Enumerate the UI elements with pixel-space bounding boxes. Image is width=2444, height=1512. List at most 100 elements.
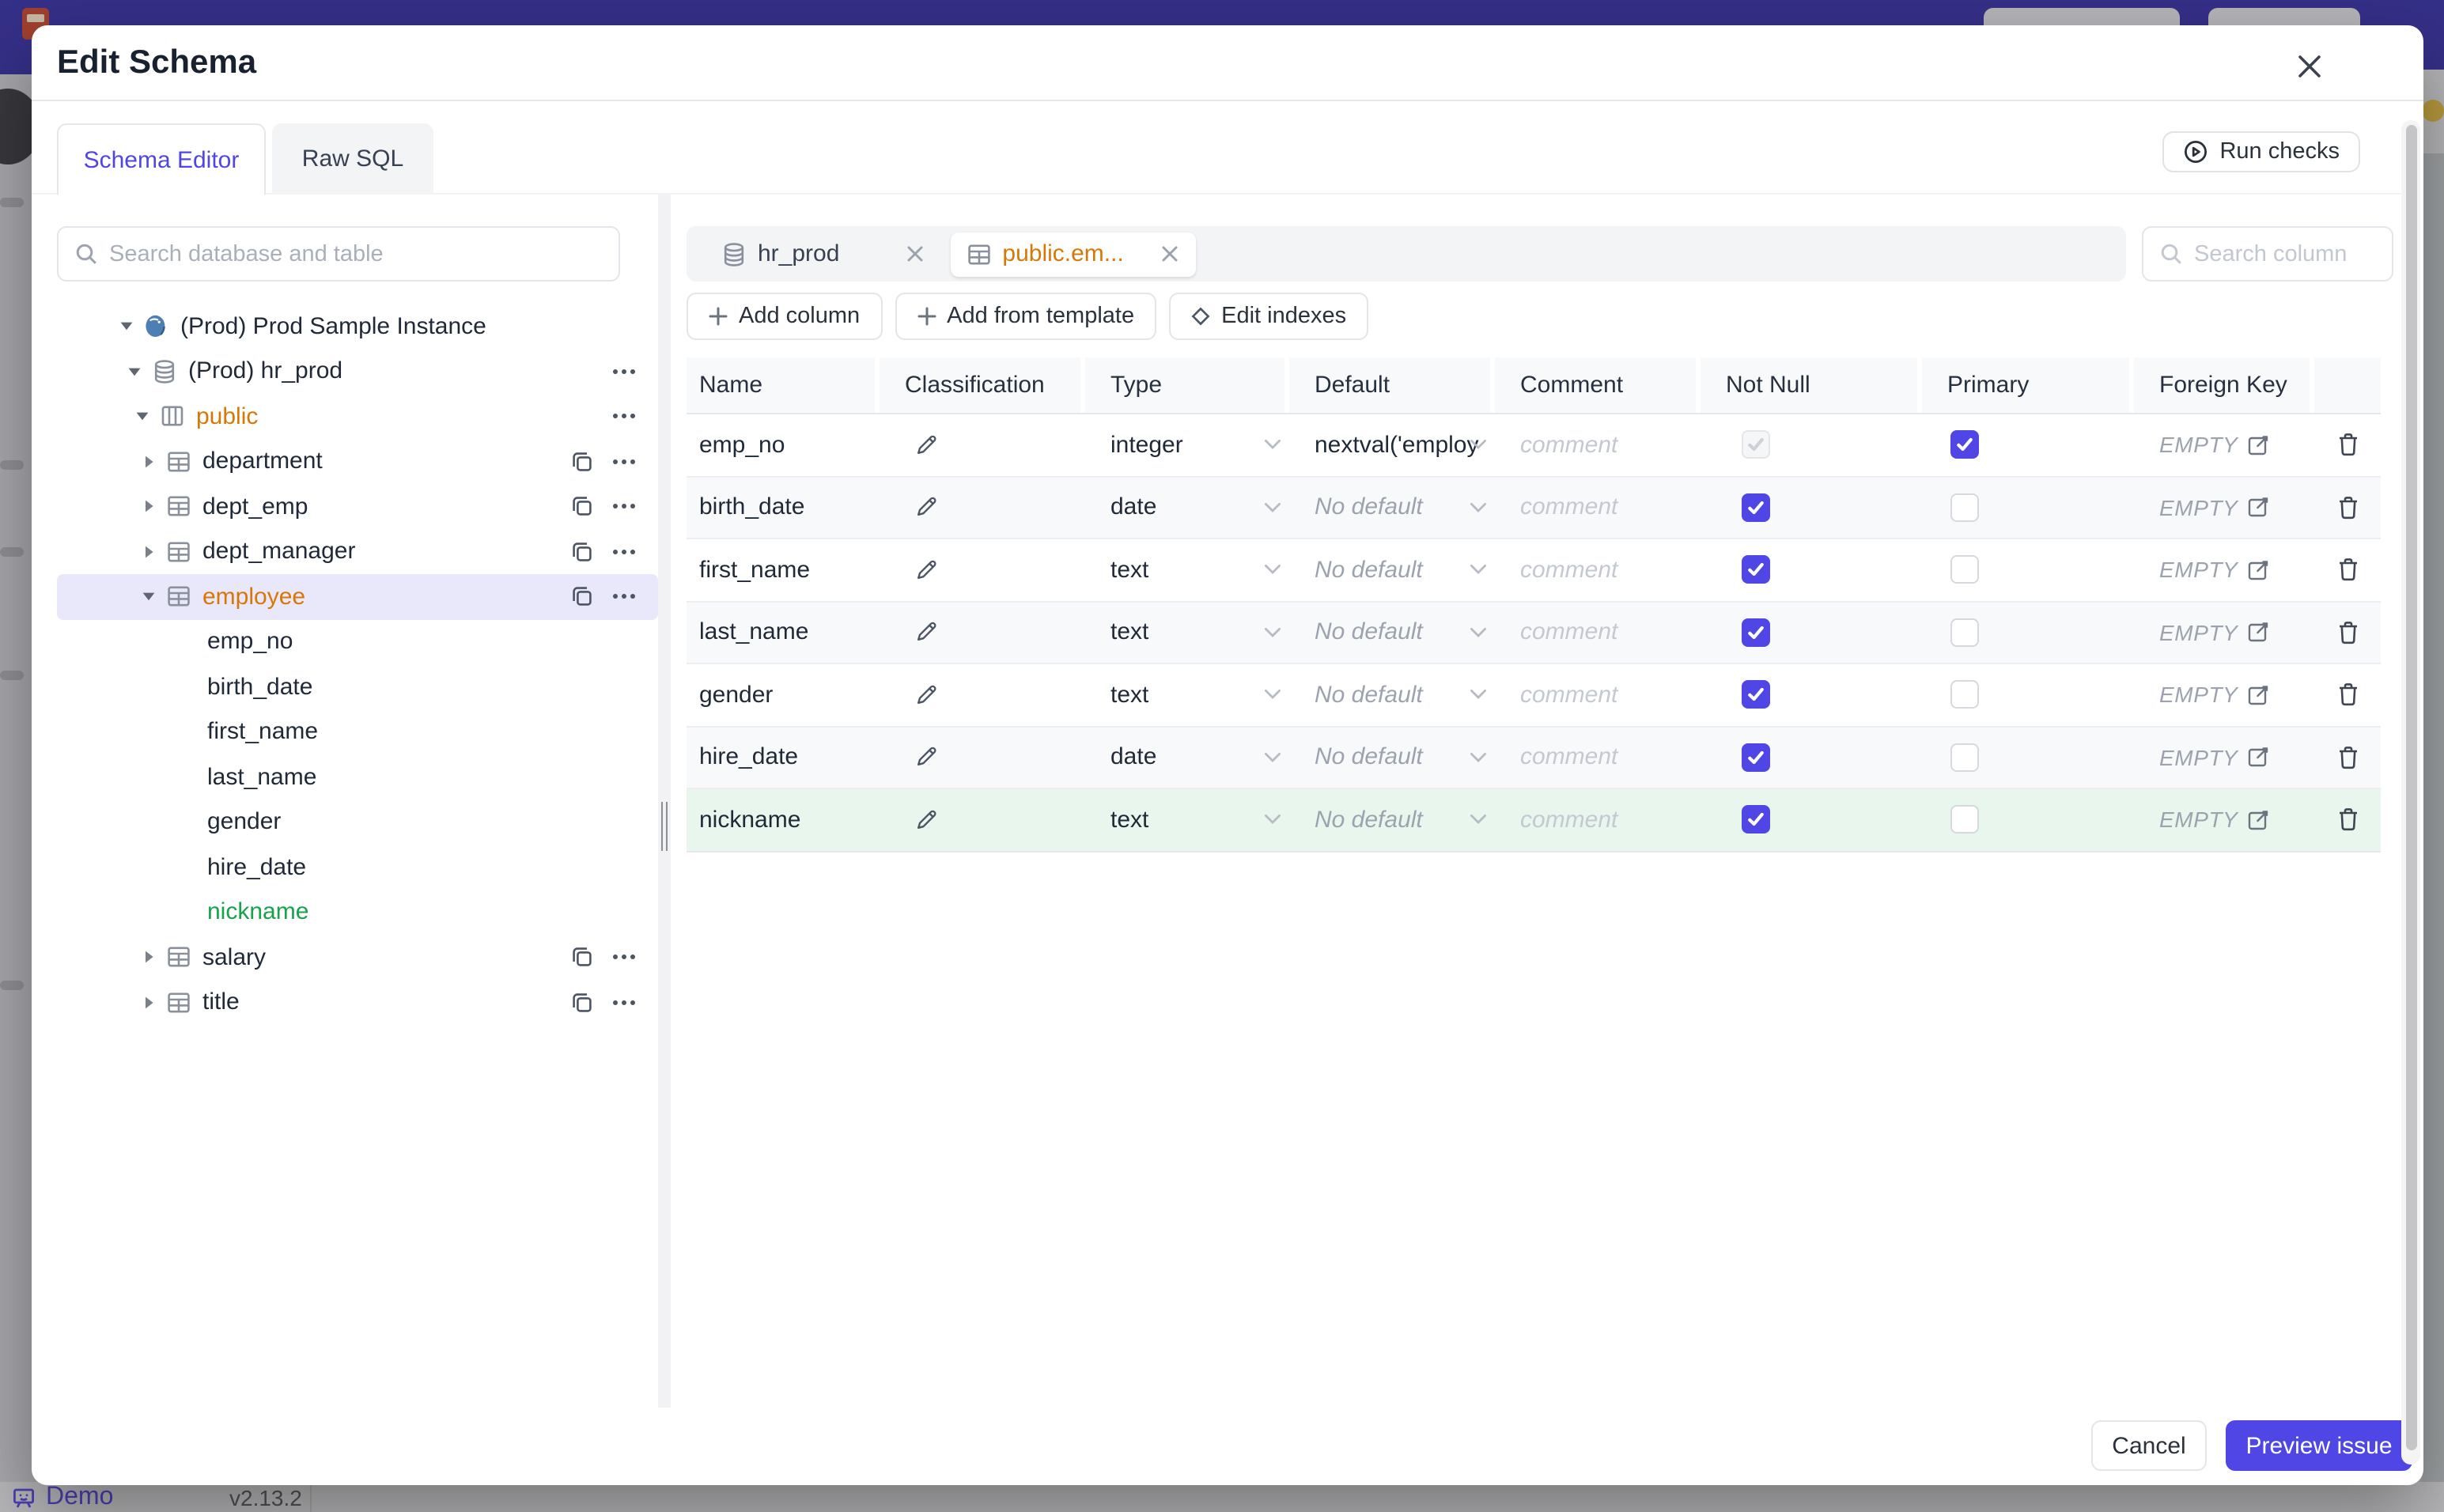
primary-checkbox[interactable]: [1950, 618, 1979, 647]
tree-item-public[interactable]: public: [57, 394, 658, 439]
tree-item-last_name[interactable]: last_name: [57, 754, 658, 799]
type-select[interactable]: text: [1085, 539, 1289, 600]
not-null-checkbox[interactable]: [1742, 618, 1770, 647]
tree-item-emp_no[interactable]: emp_no: [57, 619, 658, 664]
copy-icon[interactable]: [571, 451, 593, 473]
panel-resize-handle[interactable]: [658, 195, 671, 1408]
tree-item-birth_date[interactable]: birth_date: [57, 664, 658, 709]
tree-item-nickname[interactable]: nickname: [57, 890, 658, 935]
type-select[interactable]: date: [1085, 727, 1289, 788]
comment-input[interactable]: comment: [1495, 602, 1701, 663]
caret-right-icon[interactable]: [141, 544, 157, 560]
tab-raw-sql[interactable]: Raw SQL: [272, 123, 433, 195]
tree-item-gender[interactable]: gender: [57, 799, 658, 845]
delete-column-icon[interactable]: [2336, 682, 2359, 708]
default-select[interactable]: No default: [1289, 664, 1495, 725]
delete-column-icon[interactable]: [2336, 745, 2359, 770]
default-select[interactable]: No default: [1289, 602, 1495, 663]
default-select[interactable]: nextval('employ: [1289, 414, 1495, 475]
tab-schema-editor[interactable]: Schema Editor: [57, 123, 266, 195]
more-menu-icon[interactable]: [612, 369, 636, 375]
default-select[interactable]: No default: [1289, 539, 1495, 600]
caret-down-icon[interactable]: [127, 364, 142, 380]
copy-icon[interactable]: [571, 496, 593, 518]
caret-right-icon[interactable]: [141, 995, 157, 1011]
primary-checkbox[interactable]: [1950, 555, 1979, 584]
caret-right-icon[interactable]: [141, 950, 157, 966]
delete-column-icon[interactable]: [2336, 558, 2359, 583]
tree-item-hire_date[interactable]: hire_date: [57, 845, 658, 890]
classification-edit-icon[interactable]: [914, 746, 938, 769]
add-from-template-button[interactable]: Add from template: [895, 293, 1157, 340]
database-search-input[interactable]: [109, 241, 603, 266]
not-null-checkbox[interactable]: [1742, 743, 1770, 772]
more-menu-icon[interactable]: [612, 1000, 636, 1006]
not-null-checkbox[interactable]: [1742, 493, 1770, 522]
column-search[interactable]: [2142, 226, 2444, 282]
more-menu-icon[interactable]: [612, 459, 636, 465]
run-checks-button[interactable]: Run checks: [2162, 131, 2360, 172]
caret-down-icon[interactable]: [134, 409, 150, 425]
caret-right-icon[interactable]: [141, 454, 157, 470]
tree-item--prod-hr_prod[interactable]: (Prod) hr_prod: [57, 349, 658, 394]
primary-checkbox[interactable]: [1950, 743, 1979, 772]
primary-checkbox[interactable]: [1950, 805, 1979, 834]
type-select[interactable]: integer: [1085, 414, 1289, 475]
not-null-checkbox[interactable]: [1742, 555, 1770, 584]
tree-item--prod-prod-sample-instance[interactable]: (Prod) Prod Sample Instance: [57, 304, 658, 349]
classification-edit-icon[interactable]: [914, 433, 938, 457]
comment-input[interactable]: comment: [1495, 539, 1701, 600]
not-null-checkbox[interactable]: [1742, 430, 1770, 459]
preview-issue-button[interactable]: Preview issue: [2226, 1420, 2412, 1471]
type-select[interactable]: date: [1085, 477, 1289, 538]
tree-item-employee[interactable]: employee: [57, 574, 658, 619]
modal-scrollbar-thumb[interactable]: [2405, 125, 2416, 1450]
copy-icon[interactable]: [571, 992, 593, 1014]
copy-icon[interactable]: [571, 541, 593, 563]
tree-item-department[interactable]: department: [57, 439, 658, 484]
tree-item-salary[interactable]: salary: [57, 935, 658, 980]
comment-input[interactable]: comment: [1495, 727, 1701, 788]
close-tab-icon[interactable]: [904, 244, 925, 264]
add-column-button[interactable]: Add column: [687, 293, 883, 340]
tab-chip-hr-prod[interactable]: hr_prod: [706, 232, 940, 276]
tab-chip-public-employee[interactable]: public.em...: [950, 232, 1197, 276]
not-null-checkbox[interactable]: [1742, 680, 1770, 709]
delete-column-icon[interactable]: [2336, 495, 2359, 520]
edit-indexes-button[interactable]: Edit indexes: [1169, 293, 1369, 340]
more-menu-icon[interactable]: [612, 549, 636, 555]
foreign-key-edit-icon[interactable]: [2245, 433, 2269, 457]
demo-label[interactable]: Demo: [46, 1484, 113, 1512]
close-tab-icon[interactable]: [1160, 244, 1181, 264]
copy-icon[interactable]: [571, 586, 593, 608]
copy-icon[interactable]: [571, 947, 593, 969]
foreign-key-edit-icon[interactable]: [2245, 808, 2269, 832]
delete-column-icon[interactable]: [2336, 807, 2359, 833]
modal-scrollbar[interactable]: [2401, 120, 2420, 1465]
delete-column-icon[interactable]: [2336, 620, 2359, 645]
default-select[interactable]: No default: [1289, 789, 1495, 850]
more-menu-icon[interactable]: [612, 954, 636, 961]
cancel-button[interactable]: Cancel: [2091, 1420, 2207, 1471]
type-select[interactable]: text: [1085, 602, 1289, 663]
classification-edit-icon[interactable]: [914, 808, 938, 832]
default-select[interactable]: No default: [1289, 727, 1495, 788]
primary-checkbox[interactable]: [1950, 430, 1979, 459]
default-select[interactable]: No default: [1289, 477, 1495, 538]
more-menu-icon[interactable]: [612, 504, 636, 510]
close-icon[interactable]: [2294, 49, 2329, 84]
tree-item-first_name[interactable]: first_name: [57, 709, 658, 754]
classification-edit-icon[interactable]: [914, 558, 938, 582]
classification-edit-icon[interactable]: [914, 496, 938, 520]
classification-edit-icon[interactable]: [914, 683, 938, 707]
delete-column-icon[interactable]: [2336, 433, 2359, 458]
comment-input[interactable]: comment: [1495, 414, 1701, 475]
more-menu-icon[interactable]: [612, 594, 636, 600]
foreign-key-edit-icon[interactable]: [2245, 621, 2269, 644]
type-select[interactable]: text: [1085, 664, 1289, 725]
foreign-key-edit-icon[interactable]: [2245, 746, 2269, 769]
classification-edit-icon[interactable]: [914, 621, 938, 644]
tree-item-dept_emp[interactable]: dept_emp: [57, 484, 658, 529]
tree-item-dept_manager[interactable]: dept_manager: [57, 529, 658, 574]
primary-checkbox[interactable]: [1950, 493, 1979, 522]
